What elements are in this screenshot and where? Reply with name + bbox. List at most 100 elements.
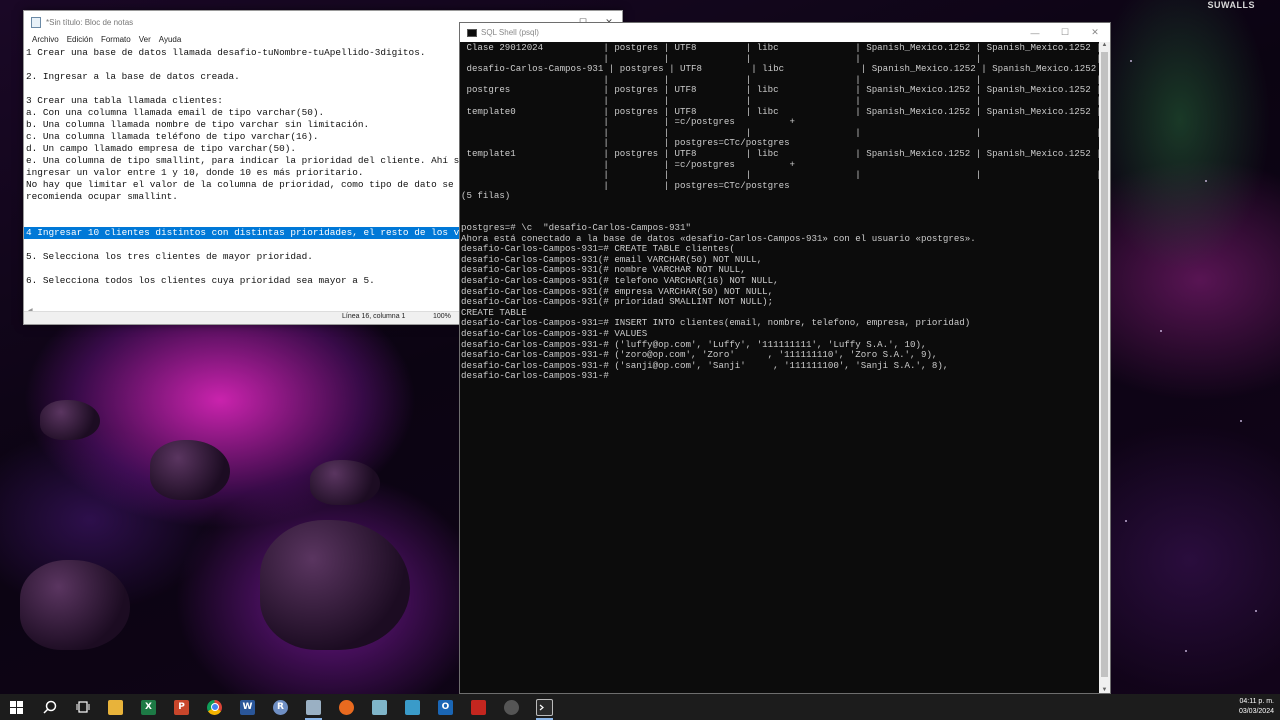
- notepad-line: [24, 203, 460, 215]
- taskbar-item[interactable]: [462, 694, 495, 720]
- notepad-line: [24, 215, 460, 227]
- minimize-icon[interactable]: —: [1020, 23, 1050, 42]
- wallpaper-brand: SUWALLS: [1207, 0, 1255, 10]
- taskbar-item[interactable]: [495, 694, 528, 720]
- r-icon: R: [273, 699, 288, 715]
- console-line: (5 filas): [461, 190, 511, 202]
- taskbar-item[interactable]: [330, 694, 363, 720]
- notepad-icon: [306, 699, 321, 715]
- taskbar-apps: XPWRO: [0, 694, 561, 720]
- console-line: | | | | | |: [461, 94, 1099, 106]
- notepad-title: *Sin título: Bloc de notas: [46, 17, 134, 27]
- menu-archivo[interactable]: Archivo: [32, 35, 59, 44]
- notepad-line: 3 Crear una tabla llamada clientes:: [26, 95, 223, 106]
- wallpaper-rock: [40, 400, 100, 440]
- star: [1185, 650, 1187, 652]
- notepad-line: recomienda ocupar smallint.: [26, 191, 178, 202]
- console-icon: [467, 28, 477, 37]
- close-icon[interactable]: ✕: [1080, 23, 1110, 42]
- taskbar-item[interactable]: P: [165, 694, 198, 720]
- notepad-line: ingresar un valor entre 1 y 10, donde 10…: [26, 167, 364, 178]
- notepad-line: 1 Crear una base de datos llamada desafi…: [26, 47, 426, 58]
- terminal-icon: [536, 698, 553, 716]
- taskbar-item[interactable]: W: [231, 694, 264, 720]
- search-icon: [42, 699, 57, 715]
- pgadmin-icon: [504, 699, 519, 715]
- outlook-icon: O: [438, 699, 453, 715]
- taskbar-item[interactable]: [198, 694, 231, 720]
- notepad-line: No hay que limitar el valor de la column…: [26, 179, 454, 190]
- notepad-icon: [31, 16, 41, 28]
- wallpaper-rock: [310, 460, 380, 505]
- menu-edicion[interactable]: Edición: [67, 35, 93, 44]
- psql-window[interactable]: SQL Shell (psql) — ☐ ✕ Clase 29012024 | …: [459, 22, 1111, 694]
- psql-titlebar[interactable]: SQL Shell (psql) — ☐ ✕: [460, 23, 1110, 42]
- console-line: desafio-Carlos-Campos-931-#: [461, 370, 609, 382]
- scroll-down-icon[interactable]: ▼: [1099, 687, 1110, 693]
- menu-ayuda[interactable]: Ayuda: [159, 35, 182, 44]
- menu-ver[interactable]: Ver: [139, 35, 151, 44]
- sticky-app-icon: [372, 699, 387, 715]
- wallpaper-rock: [150, 440, 230, 500]
- taskbar-item[interactable]: [528, 694, 561, 720]
- task-view-icon: [75, 699, 90, 715]
- taskbar-item[interactable]: R: [264, 694, 297, 720]
- notepad-line: b. Una columna llamada nombre de tipo va…: [26, 119, 370, 130]
- console-line: Clase 29012024 | postgres | UTF8 | libc …: [461, 43, 1099, 53]
- notepad-statusbar: Línea 16, columna 1 100%: [24, 311, 460, 324]
- cursor-position: Línea 16, columna 1: [342, 313, 406, 320]
- notepad-line: [24, 239, 460, 251]
- scroll-up-icon[interactable]: ▲: [1099, 42, 1110, 48]
- notepad-line: 4 Ingresar 10 clientes distintos con dis…: [24, 227, 460, 239]
- taskbar-item[interactable]: [99, 694, 132, 720]
- taskbar-item[interactable]: [33, 694, 66, 720]
- vertical-scrollbar[interactable]: ▲ ▼: [1099, 42, 1110, 693]
- start-icon: [9, 699, 24, 715]
- taskbar-item[interactable]: [66, 694, 99, 720]
- chrome-icon: [207, 699, 222, 715]
- powerpoint-icon: P: [174, 699, 189, 715]
- clock-time: 04:11 p. m.: [1239, 698, 1274, 705]
- notepad-line: a. Con una columna llamada email de tipo…: [26, 107, 325, 118]
- taskbar-item[interactable]: [297, 694, 330, 720]
- notepad-line: e. Una columna de tipo smallint, para in…: [26, 155, 460, 166]
- clock-date: 03/03/2024: [1238, 708, 1274, 715]
- psql-title: SQL Shell (psql): [481, 28, 539, 37]
- excel-icon: X: [141, 699, 156, 715]
- console-line: desafio-Carlos-Campos-931(# prioridad SM…: [461, 296, 774, 308]
- console-line: template1 | postgres | UTF8 | libc | Spa…: [461, 147, 1099, 159]
- wallpaper-rock: [260, 520, 410, 650]
- notepad-line: c. Una columna llamada teléfono de tipo …: [26, 131, 319, 142]
- wallpaper-rock: [20, 560, 130, 650]
- menu-formato[interactable]: Formato: [101, 35, 131, 44]
- word-icon: W: [240, 699, 255, 715]
- taskbar-item[interactable]: [363, 694, 396, 720]
- taskbar-item[interactable]: O: [429, 694, 462, 720]
- star: [1130, 60, 1132, 62]
- star: [1160, 330, 1162, 332]
- system-clock[interactable]: 04:11 p. m. 03/03/2024: [1239, 697, 1274, 717]
- zoom-level: 100%: [433, 313, 451, 320]
- notepad-line: 6. Selecciona todos los clientes cuya pr…: [26, 275, 375, 286]
- notepad-line: [24, 83, 460, 95]
- maximize-icon[interactable]: ☐: [1050, 23, 1080, 42]
- taskbar-item[interactable]: [0, 694, 33, 720]
- notepad-line: d. Un campo llamado empresa de tipo varc…: [26, 143, 297, 154]
- taskbar-item[interactable]: X: [132, 694, 165, 720]
- notepad-line: 2. Ingresar a la base de datos creada.: [26, 71, 240, 82]
- file-explorer-icon: [108, 699, 123, 715]
- star: [1205, 180, 1207, 182]
- notepad-text-area[interactable]: 1 Crear una base de datos llamada desafi…: [24, 47, 460, 307]
- star: [1255, 610, 1257, 612]
- acrobat-icon: [471, 699, 486, 715]
- star: [1240, 420, 1242, 422]
- notepad-line: [24, 59, 460, 71]
- taskbar: X P W R O 04:11 p. m. 03/03/2024: [0, 694, 1280, 720]
- star: [1125, 520, 1127, 522]
- scrollbar-thumb[interactable]: [1101, 52, 1108, 677]
- taskbar-item[interactable]: [396, 694, 429, 720]
- psql-console-output[interactable]: Clase 29012024 | postgres | UTF8 | libc …: [461, 43, 1099, 693]
- firefox-icon: [339, 699, 354, 715]
- notepad-line: [24, 263, 460, 275]
